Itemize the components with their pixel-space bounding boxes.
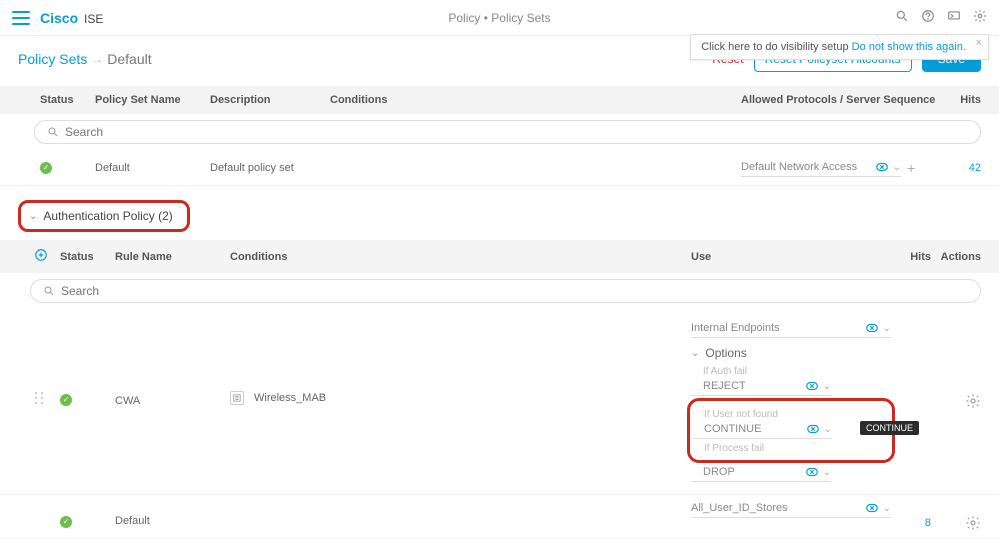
help-icon[interactable]	[921, 9, 935, 26]
col-cond: Conditions	[330, 94, 741, 106]
use-select[interactable]: All_User_ID_Stores ⌄	[691, 499, 891, 518]
search-icon	[47, 126, 59, 138]
chevron-down-icon[interactable]: ⌄	[893, 162, 901, 173]
row-actions-gear-icon[interactable]	[965, 400, 981, 412]
options-label: Options	[705, 346, 746, 360]
rule-grid-header: Status Rule Name Conditions Use Hits Act…	[0, 240, 999, 273]
search-icon	[43, 285, 55, 297]
popup-dismiss-link[interactable]: Do not show this again.	[852, 41, 966, 53]
opt-process-fail-value: DROP	[703, 466, 805, 478]
use-value: Internal Endpoints	[691, 322, 865, 334]
rcol-actions: Actions	[931, 251, 981, 263]
brand-name: Cisco	[40, 10, 78, 26]
chevron-down-icon: ⌄	[29, 211, 37, 222]
rcol-use: Use	[691, 251, 891, 263]
opt-user-nf-label: If User not found	[704, 409, 886, 420]
policyset-grid-header: Status Policy Set Name Description Condi…	[0, 86, 999, 114]
col-status: Status	[40, 94, 95, 106]
search-icon[interactable]	[895, 9, 909, 26]
opt-auth-fail-value: REJECT	[703, 380, 805, 392]
visibility-setup-popup: Click here to do visibility setup Do not…	[690, 34, 989, 60]
rule-name: Default	[115, 499, 230, 527]
policyset-name: Default	[95, 162, 210, 174]
gear-icon[interactable]	[973, 9, 987, 26]
status-ok-icon	[40, 162, 52, 174]
policyset-desc: Default policy set	[210, 162, 330, 174]
allowed-protocols-select[interactable]: Default Network Access ⌄	[741, 158, 901, 177]
close-icon[interactable]: ×	[976, 37, 982, 49]
policyset-hits: 42	[969, 162, 981, 174]
menu-icon[interactable]	[12, 11, 30, 25]
clear-icon[interactable]	[805, 465, 819, 479]
opt-user-nf-select[interactable]: CONTINUE ⌄	[692, 420, 832, 439]
top-icons	[895, 9, 987, 26]
breadcrumb-arrow: →	[91, 52, 103, 66]
continue-tooltip: CONTINUE	[860, 421, 919, 435]
rcol-status: Status	[60, 251, 115, 263]
opt-auth-fail-label: If Auth fail	[703, 366, 891, 377]
col-desc: Description	[210, 94, 330, 106]
console-icon[interactable]	[947, 9, 961, 26]
policyset-search-input[interactable]	[65, 125, 968, 139]
rule-search[interactable]	[30, 279, 981, 303]
chevron-down-icon[interactable]: ⌄	[883, 503, 891, 514]
row-actions-gear-icon[interactable]	[965, 522, 981, 534]
popup-text: Click here to do visibility setup	[701, 41, 851, 53]
opt-auth-fail-select[interactable]: REJECT ⌄	[691, 377, 831, 396]
use-value: All_User_ID_Stores	[691, 502, 865, 514]
breadcrumb-current: Default	[107, 51, 151, 67]
condition-value: Wireless_MAB	[254, 392, 326, 404]
add-rule-icon[interactable]	[34, 248, 52, 265]
rule-search-input[interactable]	[61, 284, 968, 298]
add-icon[interactable]: +	[907, 160, 915, 176]
col-hits: Hits	[941, 94, 981, 106]
use-select[interactable]: Internal Endpoints ⌄	[691, 319, 891, 338]
condition-icon[interactable]	[230, 391, 244, 405]
rcol-hits: Hits	[891, 251, 931, 263]
page-title: Policy • Policy Sets	[448, 11, 550, 25]
clear-icon[interactable]	[865, 321, 879, 335]
chevron-down-icon[interactable]: ⌄	[824, 424, 832, 435]
rcol-cond: Conditions	[230, 251, 691, 263]
chevron-down-icon[interactable]: ⌄	[823, 467, 831, 478]
drag-handle-icon[interactable]	[34, 319, 52, 405]
breadcrumb-root[interactable]: Policy Sets	[18, 51, 87, 67]
auth-policy-title: Authentication Policy (2)	[43, 209, 172, 223]
opt-process-fail-label: If Process fail	[704, 443, 886, 454]
col-name: Policy Set Name	[95, 94, 210, 106]
clear-icon[interactable]	[806, 422, 820, 436]
brand: Cisco ISE	[40, 10, 103, 26]
clear-icon[interactable]	[865, 501, 879, 515]
chevron-down-icon[interactable]: ⌄	[823, 381, 831, 392]
clear-icon[interactable]	[805, 379, 819, 393]
policyset-search[interactable]	[34, 120, 981, 144]
authentication-policy-toggle[interactable]: ⌄ Authentication Policy (2)	[18, 200, 190, 232]
options-toggle[interactable]: ⌄ Options	[691, 346, 891, 360]
rule-name: CWA	[115, 319, 230, 407]
chevron-down-icon: ⌄	[691, 348, 699, 359]
chevron-down-icon[interactable]: ⌄	[883, 323, 891, 334]
top-bar: Cisco ISE Policy • Policy Sets	[0, 0, 999, 36]
rule-row-cwa: CWA Wireless_MAB Internal Endpoints ⌄ ⌄ …	[0, 309, 999, 495]
rule-row-default: Default All_User_ID_Stores ⌄ 8	[0, 495, 999, 539]
status-ok-icon	[60, 394, 72, 406]
opt-user-nf-value: CONTINUE	[704, 423, 806, 435]
rcol-name: Rule Name	[115, 251, 230, 263]
opt-process-fail-select[interactable]: DROP ⌄	[691, 463, 831, 482]
brand-suffix: ISE	[84, 12, 103, 26]
clear-icon[interactable]	[875, 160, 889, 174]
policyset-row[interactable]: Default Default policy set Default Netwo…	[0, 150, 999, 186]
allowed-value: Default Network Access	[741, 161, 875, 173]
col-allowed: Allowed Protocols / Server Sequence	[741, 94, 941, 106]
